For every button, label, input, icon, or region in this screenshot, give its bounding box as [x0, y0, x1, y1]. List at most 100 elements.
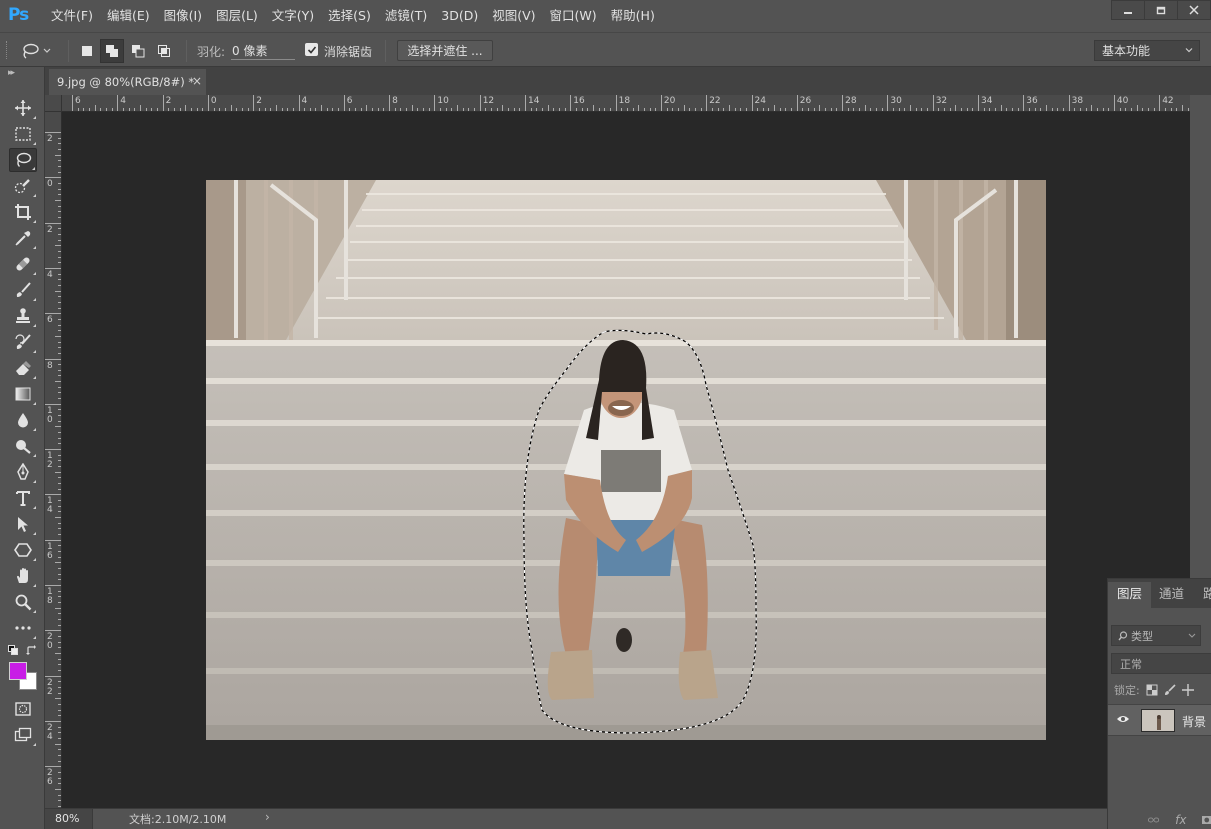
pen-tool[interactable] — [9, 460, 37, 484]
eyedropper-tool[interactable] — [9, 226, 37, 250]
layer-filter-select[interactable]: 类型 — [1111, 625, 1201, 646]
tab-channels[interactable]: 通道 — [1150, 582, 1193, 608]
menu-filter[interactable]: 滤镜(T) — [378, 0, 434, 32]
add-selection-button[interactable] — [100, 39, 124, 63]
menu-edit[interactable]: 编辑(E) — [100, 0, 157, 32]
lasso-tool[interactable] — [9, 148, 37, 172]
ruler-minor-tick — [779, 108, 781, 111]
feather-input[interactable] — [231, 41, 295, 60]
ruler-origin[interactable] — [45, 95, 62, 112]
gradient-tool[interactable] — [9, 382, 37, 406]
ruler-tick — [343, 95, 345, 111]
eraser-tool[interactable] — [9, 356, 37, 380]
ruler-minor-tick — [58, 239, 61, 241]
document-image[interactable] — [206, 180, 1046, 740]
ruler-minor-tick — [58, 505, 61, 507]
ruler-tick — [796, 95, 798, 111]
tab-layers[interactable]: 图层 — [1108, 582, 1152, 608]
close-button[interactable] — [1177, 0, 1211, 20]
ruler-minor-tick — [58, 347, 61, 349]
menu-view[interactable]: 视图(V) — [485, 0, 542, 32]
swap-colors-icon[interactable] — [26, 645, 37, 656]
collapse-toolbar-icon[interactable]: ▸▸ — [8, 68, 15, 78]
ruler-minor-tick — [58, 415, 61, 417]
vertical-ruler[interactable]: 2 0 2 4 6 8 1 0 1 2 1 4 1 6 1 8 2 0 2 2 2 4 2 6 — [45, 112, 62, 808]
quick-mask-button[interactable] — [9, 697, 37, 721]
workspace-select[interactable]: 基本功能 — [1094, 40, 1200, 61]
crop-tool[interactable] — [9, 200, 37, 224]
menu-select[interactable]: 选择(S) — [321, 0, 378, 32]
menu-file[interactable]: 文件(F) — [44, 0, 100, 32]
zoom-tool[interactable] — [9, 590, 37, 614]
ruler-minor-tick — [58, 483, 61, 485]
foreground-color-swatch[interactable] — [9, 662, 27, 680]
ruler-minor-tick — [360, 108, 362, 111]
blur-tool[interactable] — [9, 408, 37, 432]
menu-3d[interactable]: 3D(D) — [434, 0, 485, 32]
lock-transparent-icon[interactable] — [1146, 684, 1158, 696]
healing-brush-tool[interactable] — [9, 252, 37, 276]
ruler-label: 26 — [799, 96, 812, 106]
link-layers-icon[interactable] — [1148, 816, 1160, 824]
more-tools[interactable] — [9, 616, 37, 640]
ruler-minor-tick — [592, 105, 594, 111]
quick-select-tool[interactable] — [9, 174, 37, 198]
ruler-minor-tick — [898, 108, 900, 111]
lock-position-icon[interactable] — [1181, 684, 1194, 696]
new-selection-button[interactable] — [75, 39, 99, 63]
shape-tool[interactable] — [9, 538, 37, 562]
menu-layer[interactable]: 图层(L) — [209, 0, 265, 32]
menu-help[interactable]: 帮助(H) — [604, 0, 662, 32]
workspace-value: 基本功能 — [1102, 44, 1151, 58]
tab-paths[interactable]: 路 — [1194, 582, 1211, 608]
add-mask-icon[interactable] — [1202, 815, 1211, 825]
antialias-checkbox[interactable] — [305, 43, 318, 56]
vertical-scrollbar[interactable] — [1190, 95, 1211, 578]
ruler-minor-tick — [711, 108, 713, 111]
blend-mode-select[interactable]: 正常 — [1111, 653, 1211, 674]
document-tab-title: 9.jpg @ 80%(RGB/8#) * — [57, 75, 195, 89]
subtract-selection-button[interactable] — [126, 39, 150, 63]
marquee-tool[interactable] — [9, 122, 37, 146]
close-tab-icon[interactable]: × — [192, 74, 202, 88]
status-menu-arrow-icon[interactable]: › — [265, 810, 270, 824]
hexagon-icon — [14, 543, 32, 557]
horizontal-ruler[interactable]: 6 4 2 0 2 4 6 8 10 12 14 16 18 20 22 24 26 28 30 32 34 36 38 40… — [62, 95, 1190, 112]
type-tool[interactable] — [9, 486, 37, 510]
restore-button[interactable] — [1144, 0, 1178, 20]
clone-stamp-tool[interactable] — [9, 304, 37, 328]
gradient-icon — [15, 387, 31, 401]
lock-pixels-icon[interactable] — [1164, 684, 1176, 696]
canvas-area[interactable] — [62, 112, 1190, 808]
dodge-tool[interactable] — [9, 434, 37, 458]
ruler-minor-tick — [58, 613, 61, 615]
ruler-minor-tick — [58, 386, 61, 388]
menu-image[interactable]: 图像(I) — [157, 0, 209, 32]
menu-type[interactable]: 文字(Y) — [265, 0, 321, 32]
tool-preset-picker[interactable] — [20, 40, 62, 62]
move-tool[interactable] — [9, 96, 37, 120]
path-select-tool[interactable] — [9, 512, 37, 536]
document-tab[interactable]: 9.jpg @ 80%(RGB/8#) * × — [49, 69, 206, 95]
hand-tool[interactable] — [9, 564, 37, 588]
visibility-eye-icon[interactable] — [1116, 714, 1130, 724]
ruler-minor-tick — [734, 108, 736, 111]
ruler-minor-tick — [58, 284, 61, 286]
zoom-level-field[interactable]: 80% — [45, 809, 93, 829]
history-brush-tool[interactable] — [9, 330, 37, 354]
default-colors-icon[interactable] — [8, 645, 18, 655]
add-selection-icon — [106, 45, 118, 57]
brush-tool[interactable] — [9, 278, 37, 302]
ruler-minor-tick — [1085, 108, 1087, 111]
ruler-label: 22 — [709, 96, 721, 106]
layer-style-fx-icon[interactable]: fx — [1175, 813, 1186, 827]
select-and-mask-button[interactable]: 选择并遮住 ... — [397, 40, 493, 61]
layer-row-background[interactable]: 背景 — [1108, 704, 1211, 736]
options-grip[interactable] — [6, 41, 9, 59]
intersect-selection-button[interactable] — [152, 39, 176, 63]
menu-window[interactable]: 窗口(W) — [543, 0, 604, 32]
screen-mode-button[interactable] — [9, 723, 37, 747]
minimize-button[interactable] — [1111, 0, 1145, 20]
ruler-tick — [45, 449, 61, 451]
ruler-minor-tick — [1136, 105, 1138, 111]
